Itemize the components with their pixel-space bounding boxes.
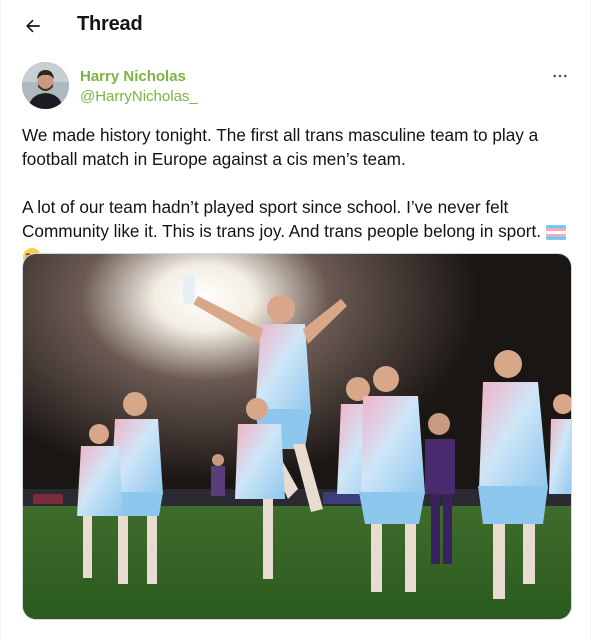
arrow-left-icon (26, 19, 40, 33)
author-name[interactable]: Harry Nicholas (80, 68, 186, 85)
more-horizontal-icon (553, 74, 567, 78)
thread-header: Thread (1, 0, 590, 52)
page-title: Thread (77, 13, 143, 35)
back-button[interactable] (21, 14, 45, 38)
team-celebration-photo (23, 254, 571, 619)
tweet-text: We made history tonight. The first all t… (22, 123, 572, 273)
author-handle[interactable]: @HarryNicholas_ (80, 88, 198, 105)
more-options-button[interactable] (548, 64, 572, 88)
tweet-paragraph-1: We made history tonight. The first all t… (22, 125, 539, 169)
avatar[interactable] (22, 62, 69, 109)
transgender-flag-emoji (545, 222, 567, 246)
tweet-author: Harry Nicholas @HarryNicholas_ (22, 62, 572, 112)
tweet-paragraph-2-text: A lot of our team hadn’t played sport si… (22, 197, 542, 241)
thread-view: Thread Harry Nicholas @HarryNicholas_ We… (0, 0, 591, 640)
tweet-media-photo[interactable] (22, 253, 572, 620)
profile-photo (22, 62, 69, 109)
